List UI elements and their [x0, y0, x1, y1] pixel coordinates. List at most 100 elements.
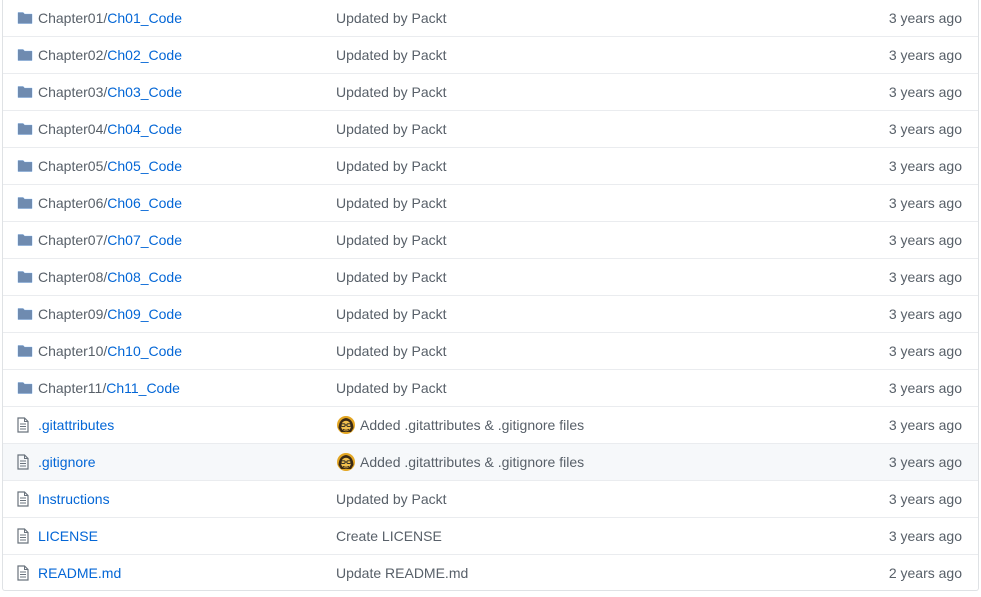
commit-message-link[interactable]: Updated by Packt — [336, 158, 447, 174]
file-name: Chapter09/Ch09_Code — [38, 306, 336, 322]
avatar-icon[interactable] — [336, 415, 356, 435]
file-name: Chapter11/Ch11_Code — [38, 380, 336, 396]
file-name: Chapter02/Ch02_Code — [38, 47, 336, 63]
file-icon — [3, 528, 38, 544]
file-row[interactable]: LICENSE Create LICENSE 3 years ago — [3, 517, 978, 554]
folder-icon — [3, 11, 38, 25]
file-icon — [3, 491, 38, 507]
directory-link[interactable]: Ch11_Code — [106, 380, 180, 396]
commit-message-link[interactable]: Added .gitattributes & .gitignore files — [360, 417, 584, 433]
folder-icon — [3, 233, 38, 247]
commit-message-link[interactable]: Updated by Packt — [336, 343, 447, 359]
directory-link[interactable]: Ch02_Code — [107, 47, 182, 63]
file-row[interactable]: Chapter09/Ch09_Code Updated by Packt 3 yea… — [3, 295, 978, 332]
commit-age: 3 years ago — [888, 10, 962, 26]
directory-path-prefix[interactable]: Chapter09/ — [38, 306, 107, 322]
directory-path-prefix[interactable]: Chapter03/ — [38, 84, 107, 100]
commit-message-link[interactable]: Updated by Packt — [336, 380, 447, 396]
file-row[interactable]: Chapter07/Ch07_Code Updated by Packt 3 yea… — [3, 221, 978, 258]
directory-path-prefix[interactable]: Chapter04/ — [38, 121, 107, 137]
commit-message-cell: Added .gitattributes & .gitignore files — [336, 452, 836, 472]
directory-link[interactable]: Ch06_Code — [107, 195, 182, 211]
directory-path-prefix[interactable]: Chapter05/ — [38, 158, 107, 174]
commit-age: 2 years ago — [888, 565, 962, 581]
file-row[interactable]: Instructions Updated by Packt 3 years ago — [3, 480, 978, 517]
commit-message-cell: Added .gitattributes & .gitignore files — [336, 415, 836, 435]
directory-path-prefix[interactable]: Chapter11/ — [38, 380, 106, 396]
commit-message-link[interactable]: Added .gitattributes & .gitignore files — [360, 454, 584, 470]
file-row[interactable]: README.md Update README.md 2 years ago — [3, 554, 978, 591]
commit-age: 3 years ago — [888, 417, 962, 433]
directory-path-prefix[interactable]: Chapter01/ — [38, 10, 107, 26]
file-row[interactable]: Chapter11/Ch11_Code Updated by Packt 3 yea… — [3, 369, 978, 406]
file-row[interactable]: Chapter02/Ch02_Code Updated by Packt 3 yea… — [3, 36, 978, 73]
folder-icon — [3, 85, 38, 99]
folder-icon — [3, 381, 38, 395]
commit-message-cell: Updated by Packt — [336, 84, 836, 100]
file-name: Chapter10/Ch10_Code — [38, 343, 336, 359]
commit-message-cell: Updated by Packt — [336, 306, 836, 322]
commit-age: 3 years ago — [888, 491, 962, 507]
commit-message-cell: Updated by Packt — [336, 47, 836, 63]
folder-icon — [3, 196, 38, 210]
file-row[interactable]: Chapter04/Ch04_Code Updated by Packt 3 yea… — [3, 110, 978, 147]
commit-message-cell: Create LICENSE — [336, 528, 836, 544]
commit-message-link[interactable]: Updated by Packt — [336, 232, 447, 248]
commit-message-link[interactable]: Update README.md — [336, 565, 468, 581]
file-name: Chapter03/Ch03_Code — [38, 84, 336, 100]
file-name: Instructions — [38, 491, 336, 507]
file-row[interactable]: Chapter05/Ch05_Code Updated by Packt 3 yea… — [3, 147, 978, 184]
file-row[interactable]: Chapter10/Ch10_Code Updated by Packt 3 yea… — [3, 332, 978, 369]
folder-icon — [3, 344, 38, 358]
commit-age: 3 years ago — [888, 528, 962, 544]
file-row[interactable]: Chapter06/Ch06_Code Updated by Packt 3 yea… — [3, 184, 978, 221]
directory-link[interactable]: Ch09_Code — [107, 306, 182, 322]
commit-message-link[interactable]: Create LICENSE — [336, 528, 442, 544]
commit-message-cell: Updated by Packt — [336, 343, 836, 359]
directory-link[interactable]: Ch07_Code — [107, 232, 182, 248]
file-link[interactable]: .gitignore — [38, 454, 96, 470]
commit-age: 3 years ago — [888, 84, 962, 100]
file-icon — [3, 454, 38, 470]
commit-message-link[interactable]: Updated by Packt — [336, 84, 447, 100]
directory-path-prefix[interactable]: Chapter07/ — [38, 232, 107, 248]
file-link[interactable]: Instructions — [38, 491, 110, 507]
file-row[interactable]: Chapter01/Ch01_Code Updated by Packt 3 yea… — [3, 0, 978, 36]
directory-link[interactable]: Ch05_Code — [107, 158, 182, 174]
file-name: .gitattributes — [38, 417, 336, 433]
commit-message-link[interactable]: Updated by Packt — [336, 121, 447, 137]
commit-message-link[interactable]: Updated by Packt — [336, 491, 447, 507]
commit-message-link[interactable]: Updated by Packt — [336, 47, 447, 63]
file-row[interactable]: .gitignore Added .gitattributes & .gitign… — [3, 443, 978, 480]
commit-age: 3 years ago — [888, 195, 962, 211]
file-link[interactable]: README.md — [38, 565, 121, 581]
directory-link[interactable]: Ch03_Code — [107, 84, 182, 100]
commit-message-link[interactable]: Updated by Packt — [336, 10, 447, 26]
commit-age: 3 years ago — [888, 454, 962, 470]
file-link[interactable]: LICENSE — [38, 528, 98, 544]
directory-path-prefix[interactable]: Chapter06/ — [38, 195, 107, 211]
commit-message-link[interactable]: Updated by Packt — [336, 195, 447, 211]
directory-link[interactable]: Ch10_Code — [107, 343, 182, 359]
folder-icon — [3, 48, 38, 62]
directory-link[interactable]: Ch01_Code — [107, 10, 182, 26]
directory-link[interactable]: Ch04_Code — [107, 121, 182, 137]
directory-path-prefix[interactable]: Chapter02/ — [38, 47, 107, 63]
commit-age: 3 years ago — [888, 47, 962, 63]
commit-message-cell: Updated by Packt — [336, 232, 836, 248]
file-name: Chapter08/Ch08_Code — [38, 269, 336, 285]
directory-path-prefix[interactable]: Chapter08/ — [38, 269, 107, 285]
commit-message-link[interactable]: Updated by Packt — [336, 306, 447, 322]
commit-message-link[interactable]: Updated by Packt — [336, 269, 447, 285]
commit-message-cell: Updated by Packt — [336, 380, 836, 396]
directory-path-prefix[interactable]: Chapter10/ — [38, 343, 107, 359]
directory-link[interactable]: Ch08_Code — [107, 269, 182, 285]
file-name: Chapter07/Ch07_Code — [38, 232, 336, 248]
file-row[interactable]: Chapter03/Ch03_Code Updated by Packt 3 yea… — [3, 73, 978, 110]
file-row[interactable]: .gitattributes Added .gitattributes & .gi… — [3, 406, 978, 443]
avatar-icon[interactable] — [336, 452, 356, 472]
file-name: README.md — [38, 565, 336, 581]
file-link[interactable]: .gitattributes — [38, 417, 114, 433]
file-name: LICENSE — [38, 528, 336, 544]
file-row[interactable]: Chapter08/Ch08_Code Updated by Packt 3 yea… — [3, 258, 978, 295]
